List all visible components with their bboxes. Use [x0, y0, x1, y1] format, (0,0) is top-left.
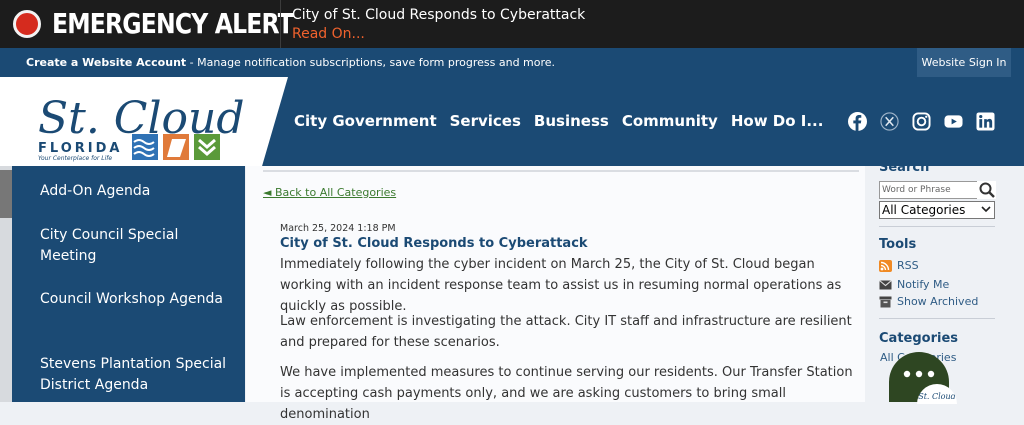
- tool-label: RSS: [897, 259, 919, 272]
- emergency-alert-label: EMERGENCY ALERT: [52, 7, 294, 40]
- alert-read-on-link[interactable]: Read On...: [292, 26, 365, 42]
- tool-label: Show Archived: [897, 295, 979, 308]
- envelope-icon: [879, 280, 892, 290]
- instagram-icon[interactable]: [912, 112, 931, 131]
- svg-text:St. Cloud: St. Cloud: [918, 392, 956, 401]
- category-select[interactable]: All Categories: [879, 201, 995, 219]
- nav-services[interactable]: Services: [450, 112, 521, 130]
- logo-tagline: Your Centerplace for Life: [38, 155, 112, 162]
- nav-business[interactable]: Business: [534, 112, 609, 130]
- tool-label: Notify Me: [897, 278, 950, 291]
- sidebar-item-add-on-agenda[interactable]: Add-On Agenda: [40, 181, 230, 202]
- sidebar-item-city-council-special-meeting[interactable]: City Council Special Meeting: [40, 225, 230, 267]
- article-paragraph: We have implemented measures to continue…: [280, 365, 853, 422]
- alert-divider: [280, 0, 281, 48]
- nav-how-do-i[interactable]: How Do I...: [731, 112, 824, 130]
- article-date: March 25, 2024 1:18 PM: [280, 223, 396, 234]
- categories-heading: Categories: [879, 331, 959, 346]
- social-links: [848, 112, 995, 131]
- site-header: St. Cloud FLORIDA Your Centerplace for L…: [0, 77, 1024, 166]
- sidebar: Add-On Agenda City Council Special Meeti…: [12, 166, 245, 402]
- create-account-link[interactable]: Create a Website Account: [26, 56, 186, 69]
- main-nav: City Government Services Business Commun…: [294, 112, 836, 130]
- sidebar-item-stevens-plantation[interactable]: Stevens Plantation Special District Agen…: [40, 354, 230, 396]
- account-description: - Manage notification subscriptions, sav…: [186, 56, 556, 69]
- back-to-all-categories-link[interactable]: ◄ Back to All Categories: [263, 186, 396, 199]
- rail-divider: [879, 318, 995, 319]
- alert-dot-icon: [13, 10, 41, 38]
- chevron-down-icon: [981, 206, 991, 213]
- account-bar: Create a Website Account - Manage notifi…: [0, 48, 1024, 77]
- nav-community[interactable]: Community: [622, 112, 718, 130]
- alert-title[interactable]: City of St. Cloud Responds to Cyberattac…: [292, 7, 585, 23]
- logo-tiles-icon: [132, 134, 220, 160]
- article-title[interactable]: City of St. Cloud Responds to Cyberattac…: [280, 236, 588, 251]
- facebook-icon[interactable]: [848, 112, 867, 131]
- search-icon[interactable]: [977, 181, 996, 199]
- nav-city-government[interactable]: City Government: [294, 112, 437, 130]
- tools-heading: Tools: [879, 237, 917, 252]
- left-edge-photo: [0, 170, 12, 218]
- st-cloud-logo[interactable]: St. Cloud FLORIDA Your Centerplace for L…: [0, 77, 288, 166]
- x-twitter-icon[interactable]: [880, 112, 899, 131]
- logo-state-text: FLORIDA: [38, 141, 122, 156]
- emergency-alert-bar: EMERGENCY ALERT City of St. Cloud Respon…: [0, 0, 1024, 48]
- rail-divider: [879, 226, 995, 227]
- archive-icon: [879, 296, 892, 308]
- article-paragraph: Immediately following the cyber incident…: [280, 257, 842, 314]
- rss-icon: [879, 260, 892, 272]
- youtube-icon[interactable]: [944, 112, 963, 131]
- website-sign-in-button[interactable]: Website Sign In: [917, 48, 1011, 77]
- emergency-alert-label-area: EMERGENCY ALERT: [0, 0, 294, 48]
- account-bar-text: Create a Website Account - Manage notifi…: [26, 56, 555, 69]
- sidebar-item-council-workshop-agenda[interactable]: Council Workshop Agenda: [40, 289, 230, 310]
- article-paragraph: Law enforcement is investigating the att…: [280, 314, 852, 350]
- content-top-divider: [263, 170, 859, 172]
- linkedin-icon[interactable]: [976, 112, 995, 131]
